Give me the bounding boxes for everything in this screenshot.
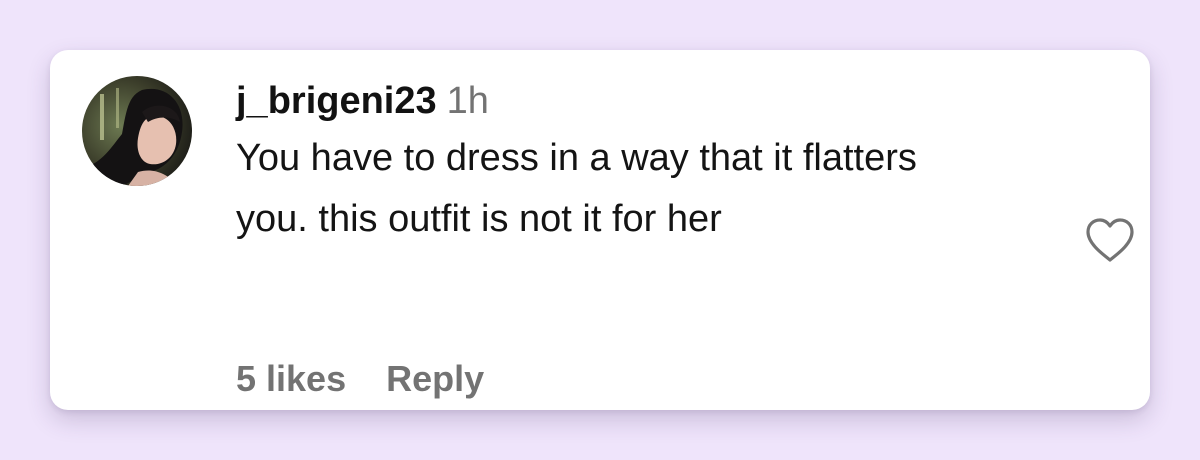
comment-text: You have to dress in a way that it flatt… bbox=[236, 137, 917, 240]
avatar[interactable] bbox=[82, 76, 192, 186]
heart-outline-icon bbox=[1086, 218, 1134, 262]
page-background: j_brigeni23 1h You have to dress in a way… bbox=[0, 0, 1200, 460]
comment-body: j_brigeni23 1h You have to dress in a way… bbox=[236, 78, 1016, 250]
timestamp[interactable]: 1h bbox=[447, 80, 489, 122]
comment-card: j_brigeni23 1h You have to dress in a way… bbox=[50, 50, 1150, 410]
reply-button[interactable]: Reply bbox=[386, 358, 484, 399]
comment-header: j_brigeni23 1h bbox=[236, 78, 1016, 124]
comment-actions: 5 likes Reply bbox=[236, 358, 484, 400]
username[interactable]: j_brigeni23 bbox=[236, 80, 437, 122]
avatar-photo bbox=[82, 76, 192, 186]
likes-count[interactable]: 5 likes bbox=[236, 358, 346, 399]
like-button[interactable] bbox=[1080, 210, 1140, 270]
